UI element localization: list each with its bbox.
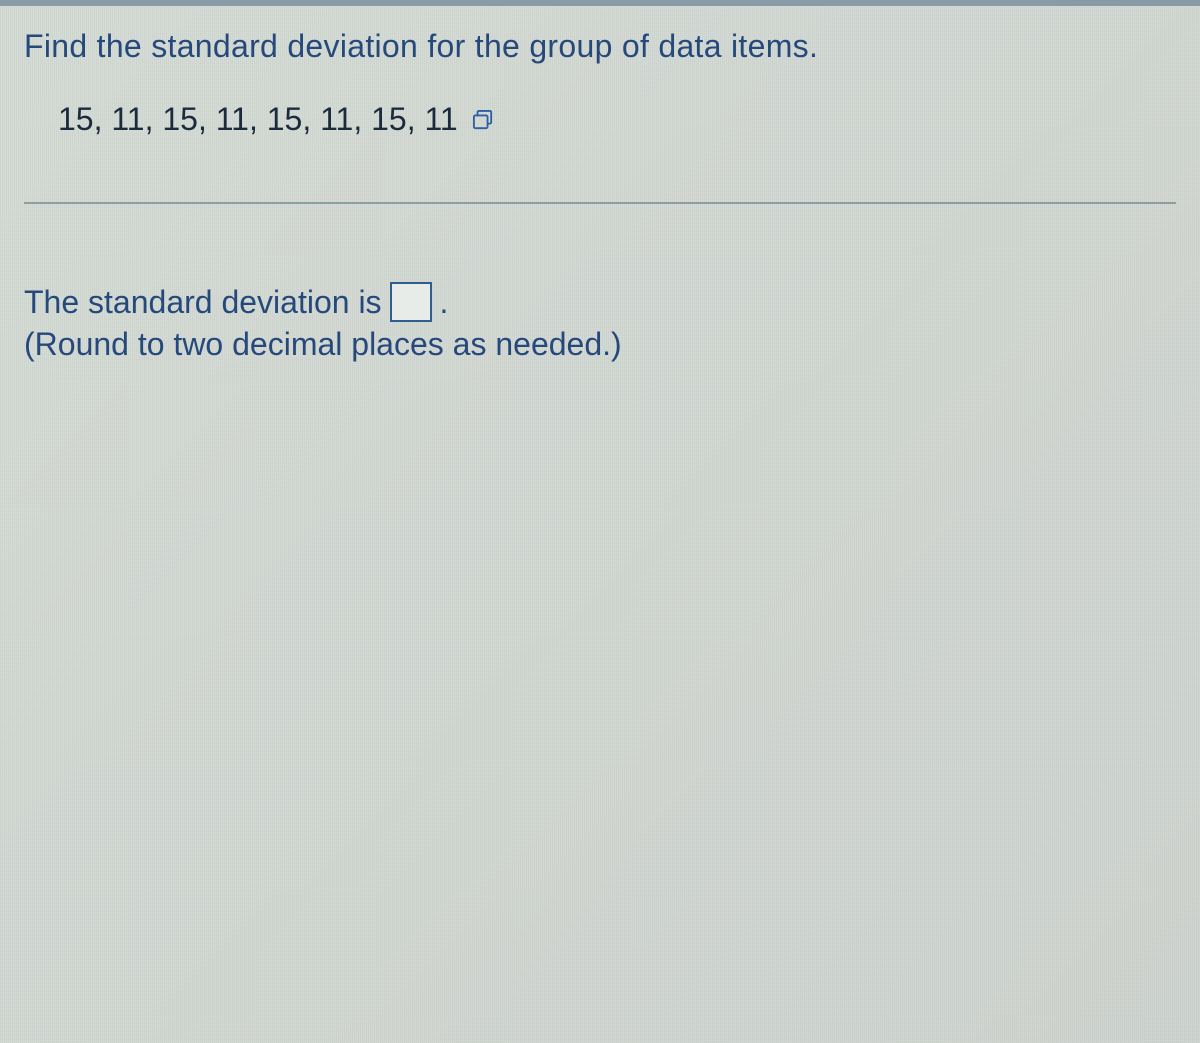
answer-trail-text: . [440,284,449,321]
copy-data-icon[interactable] [472,110,494,130]
divider [24,202,1176,204]
answer-line: The standard deviation is . [24,282,1176,322]
rounding-hint: (Round to two decimal places as needed.) [24,326,1176,363]
answer-lead-text: The standard deviation is [24,284,382,321]
question-panel: Find the standard deviation for the grou… [0,6,1200,363]
answer-block: The standard deviation is . (Round to tw… [24,282,1176,363]
data-items-line: 15, 11, 15, 11, 15, 11, 15, 11 [58,101,1176,138]
data-items: 15, 11, 15, 11, 15, 11, 15, 11 [58,101,458,138]
standard-deviation-input[interactable] [390,282,432,322]
question-prompt: Find the standard deviation for the grou… [24,28,1176,65]
